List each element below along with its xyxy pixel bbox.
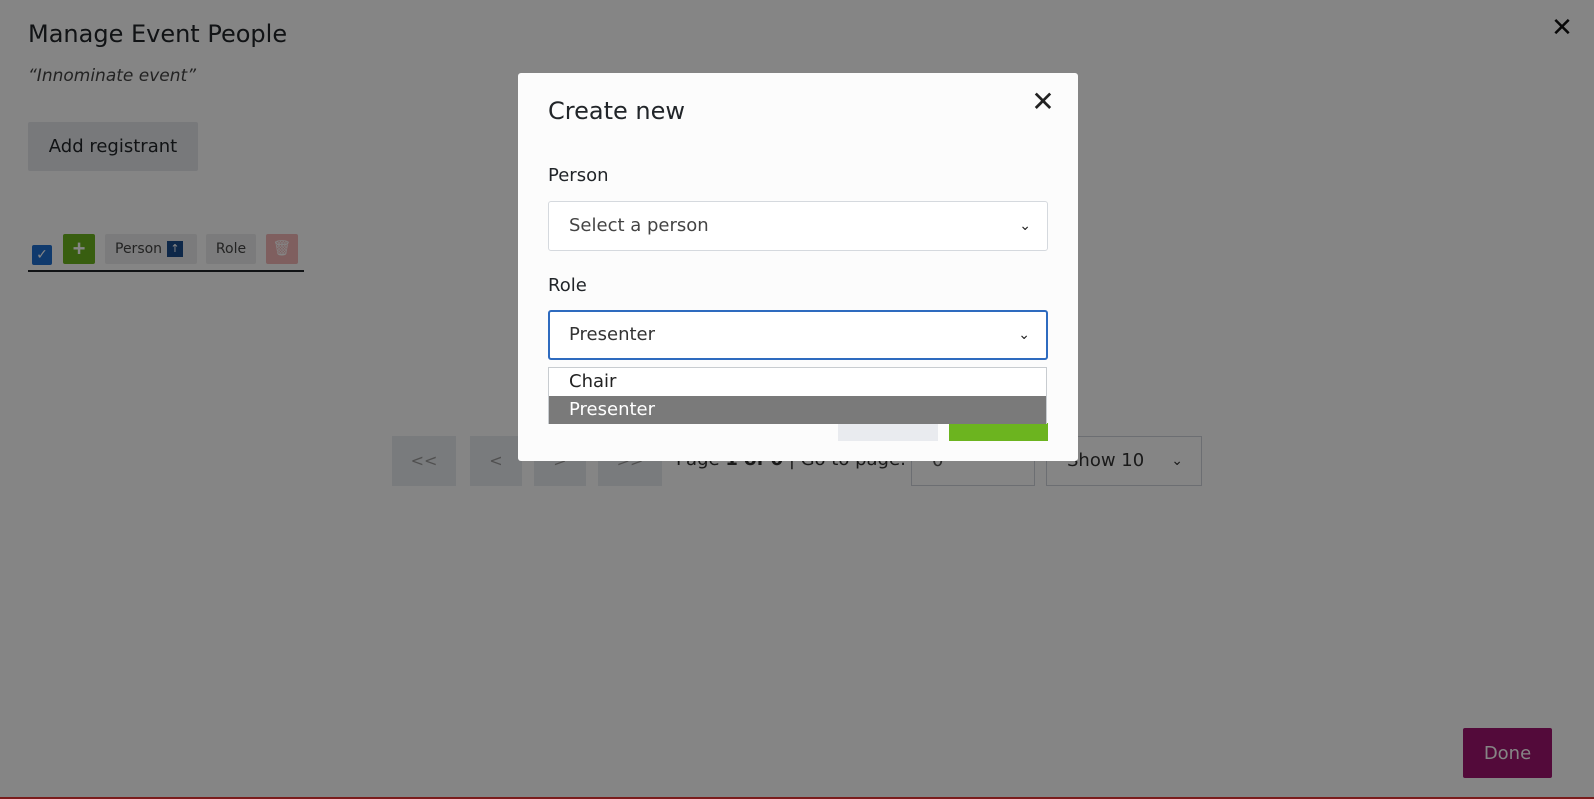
role-select[interactable]: Presenter ⌄ (548, 310, 1048, 360)
cancel-button[interactable] (838, 423, 938, 441)
person-select[interactable]: Select a person ⌄ (548, 201, 1048, 251)
save-button[interactable] (949, 423, 1048, 441)
role-option-chair[interactable]: Chair (549, 368, 1046, 396)
chevron-down-icon: ⌄ (1019, 218, 1031, 234)
dialog-title: Create new (548, 97, 685, 125)
role-options-list: Chair Presenter (548, 367, 1047, 424)
person-label: Person (548, 165, 609, 186)
role-option-presenter[interactable]: Presenter (549, 396, 1046, 424)
chevron-down-icon: ⌄ (1018, 327, 1030, 343)
person-select-value: Select a person (569, 215, 709, 236)
role-select-value: Presenter (569, 324, 656, 345)
role-label: Role (548, 275, 587, 296)
close-icon[interactable]: ✕ (1030, 88, 1056, 116)
